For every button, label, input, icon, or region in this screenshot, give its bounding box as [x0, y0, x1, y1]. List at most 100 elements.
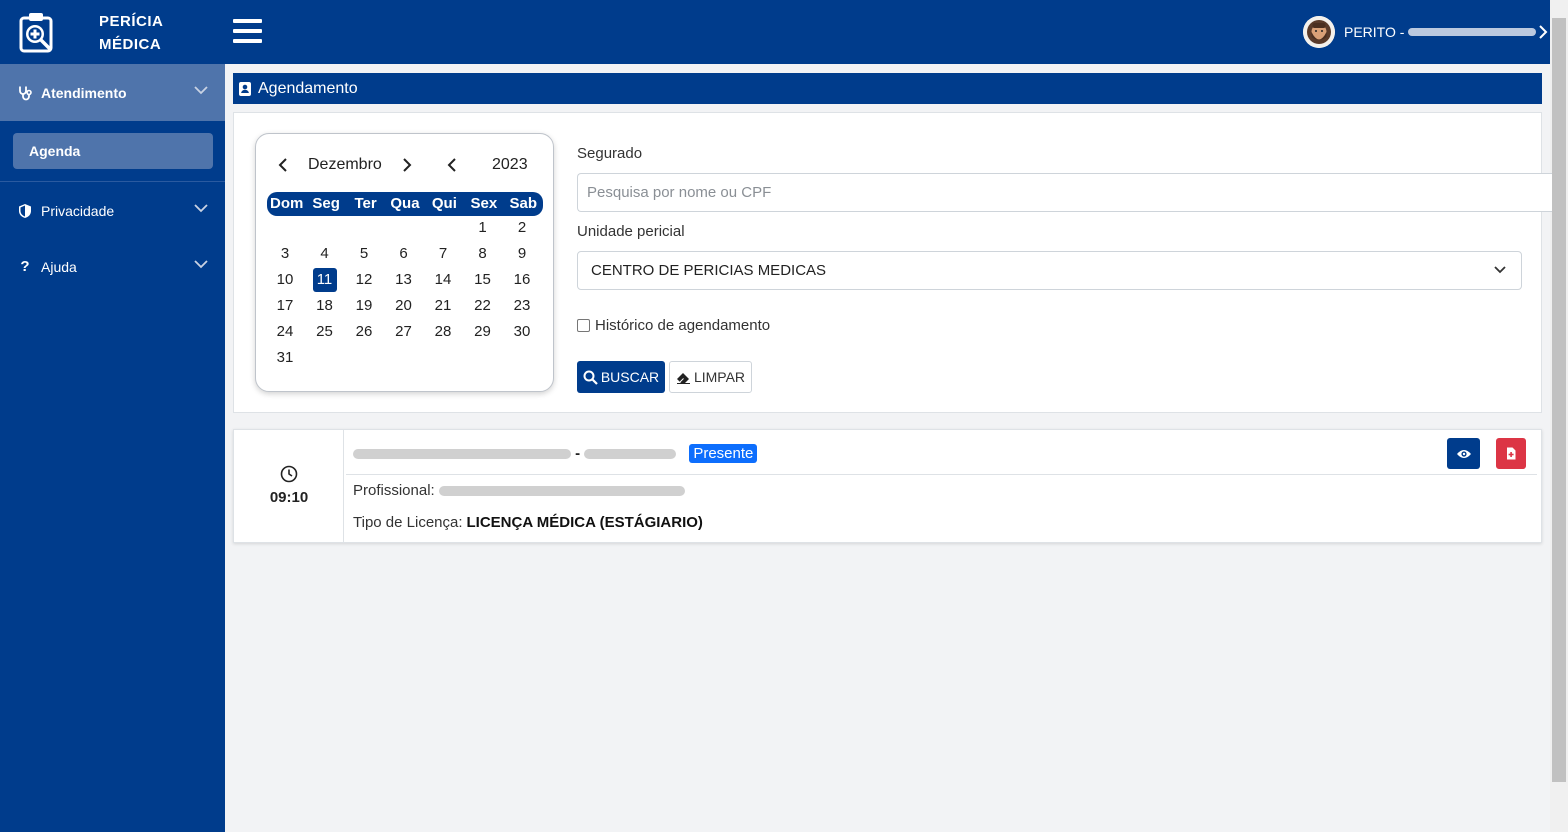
brand-line-1: PERÍCIA — [99, 13, 164, 30]
user-menu[interactable]: PERITO - — [1303, 16, 1548, 48]
segurado-label: Segurado — [577, 145, 643, 162]
calendar-weekdays: Dom Seg Ter Qua Qui Sex Sab — [267, 192, 543, 216]
hamburger-icon — [233, 19, 262, 23]
eraser-icon — [676, 372, 690, 384]
sidebar-subitem-agenda[interactable]: Agenda — [13, 133, 213, 169]
app-logo-icon — [16, 10, 58, 54]
sidebar-item-atendimento[interactable]: Atendimento — [0, 64, 225, 121]
calendar-day[interactable]: 28 — [431, 320, 455, 344]
calendar-day[interactable]: 2 — [510, 216, 534, 240]
calendar-day[interactable]: 22 — [471, 294, 495, 318]
calendar-day[interactable]: 4 — [313, 242, 337, 266]
chevron-right-icon — [1539, 25, 1548, 39]
filter-panel: Dezembro 2023 Dom Seg Ter Qua Qui Sex Sa… — [233, 112, 1552, 413]
prev-month-icon[interactable] — [276, 157, 290, 173]
calendar-day-selected[interactable]: 11 — [312, 268, 337, 292]
unidade-label: Unidade pericial — [577, 223, 685, 240]
top-bar: PERÍCIA MÉDICA PERITO - — [0, 0, 1550, 64]
calendar-day[interactable]: 23 — [510, 294, 534, 318]
calendar-day[interactable]: 16 — [510, 268, 534, 292]
calendar-day[interactable]: 15 — [471, 268, 495, 292]
calendar-day[interactable]: 20 — [392, 294, 416, 318]
scrollbar-thumb[interactable] — [1552, 18, 1566, 782]
sidebar-item-label: Privacidade — [41, 202, 115, 219]
stethoscope-icon — [17, 85, 33, 101]
calendar-day[interactable]: 5 — [352, 242, 376, 266]
patient-separator: - — [571, 445, 585, 462]
page-title: Agendamento — [258, 79, 358, 97]
calendar: Dezembro 2023 Dom Seg Ter Qua Qui Sex Sa… — [255, 133, 554, 392]
patient-cpf-redacted — [584, 448, 677, 459]
user-role: PERITO - — [1344, 24, 1405, 40]
calendar-day[interactable]: 14 — [431, 268, 455, 292]
calendar-day[interactable]: 31 — [273, 346, 297, 370]
user-name-redacted — [1408, 28, 1537, 36]
brand-title: PERÍCIA MÉDICA — [99, 10, 163, 56]
profissional-label: Profissional: — [353, 482, 435, 499]
professional-line: Profissional: — [353, 482, 685, 499]
historico-checkbox[interactable] — [577, 319, 590, 332]
medical-document-button[interactable] — [1496, 438, 1526, 469]
calendar-day[interactable]: 13 — [392, 268, 416, 292]
calendar-day[interactable]: 30 — [510, 320, 534, 344]
appointment-card: 09:10 - Presente Profissional: Tipo de L… — [233, 429, 1542, 543]
chevron-down-icon — [1494, 266, 1506, 274]
question-icon: ? — [20, 258, 30, 275]
calendar-day[interactable]: 29 — [471, 320, 495, 344]
calendar-day[interactable]: 3 — [273, 242, 297, 266]
calendar-day[interactable]: 1 — [471, 216, 495, 240]
calendar-day[interactable]: 9 — [510, 242, 534, 266]
license-type-line: Tipo de Licença: LICENÇA MÉDICA (ESTÁGIA… — [353, 514, 703, 531]
weekday-label: Ter — [354, 195, 377, 212]
calendar-day[interactable]: 27 — [392, 320, 416, 344]
clock-icon — [280, 465, 298, 483]
sidebar-item-privacidade[interactable]: Privacidade — [0, 182, 225, 239]
weekday-label: Sab — [509, 195, 537, 212]
id-badge-icon — [239, 81, 251, 96]
calendar-day[interactable]: 12 — [352, 268, 376, 292]
appointment-title: - Presente — [353, 444, 758, 463]
prev-year-icon[interactable] — [445, 157, 459, 173]
next-month-icon[interactable] — [400, 157, 414, 173]
calendar-day[interactable]: 6 — [392, 242, 416, 266]
segurado-search-input[interactable] — [577, 173, 1552, 212]
buscar-button[interactable]: BUSCAR — [577, 361, 665, 393]
avatar — [1303, 16, 1335, 48]
shield-icon — [17, 203, 33, 219]
chevron-down-icon — [194, 204, 208, 213]
unidade-select[interactable]: CENTRO DE PERICIAS MEDICAS — [577, 251, 1522, 290]
sidebar-item-label: Ajuda — [41, 258, 77, 275]
menu-toggle-button[interactable] — [233, 19, 262, 45]
brand-line-2: MÉDICA — [99, 36, 162, 53]
weekday-label: Qui — [431, 195, 457, 212]
appointment-divider — [346, 474, 1537, 475]
weekday-label: Sex — [470, 195, 498, 212]
calendar-day[interactable]: 7 — [431, 242, 455, 266]
appointment-time: 09:10 — [269, 489, 309, 506]
calendar-day[interactable]: 8 — [471, 242, 495, 266]
calendar-day[interactable]: 19 — [352, 294, 376, 318]
vertical-scrollbar[interactable] — [1550, 0, 1568, 832]
limpar-label: LIMPAR — [693, 369, 746, 385]
tipo-licenca-value: LICENÇA MÉDICA (ESTÁGIARIO) — [466, 514, 703, 531]
professional-name-redacted — [438, 485, 685, 496]
view-button[interactable] — [1447, 438, 1480, 469]
calendar-day[interactable]: 10 — [273, 268, 297, 292]
limpar-button[interactable]: LIMPAR — [669, 361, 752, 393]
calendar-day[interactable]: 21 — [431, 294, 455, 318]
sidebar-item-label: Atendimento — [41, 84, 127, 101]
calendar-day[interactable]: 26 — [352, 320, 376, 344]
calendar-day[interactable]: 18 — [313, 294, 337, 318]
sidebar-item-ajuda[interactable]: ? Ajuda — [0, 238, 225, 295]
historico-checkbox-row[interactable]: Histórico de agendamento — [577, 317, 770, 334]
weekday-label: Qua — [390, 195, 420, 212]
patient-name-redacted — [353, 448, 571, 459]
calendar-day[interactable]: 17 — [273, 294, 297, 318]
chevron-down-icon — [194, 86, 208, 95]
appointment-time-column: 09:10 — [234, 430, 344, 542]
eye-icon — [1456, 449, 1471, 458]
buscar-label: BUSCAR — [600, 369, 660, 385]
calendar-day[interactable]: 25 — [313, 320, 337, 344]
search-icon — [583, 370, 598, 385]
calendar-day[interactable]: 24 — [273, 320, 297, 344]
